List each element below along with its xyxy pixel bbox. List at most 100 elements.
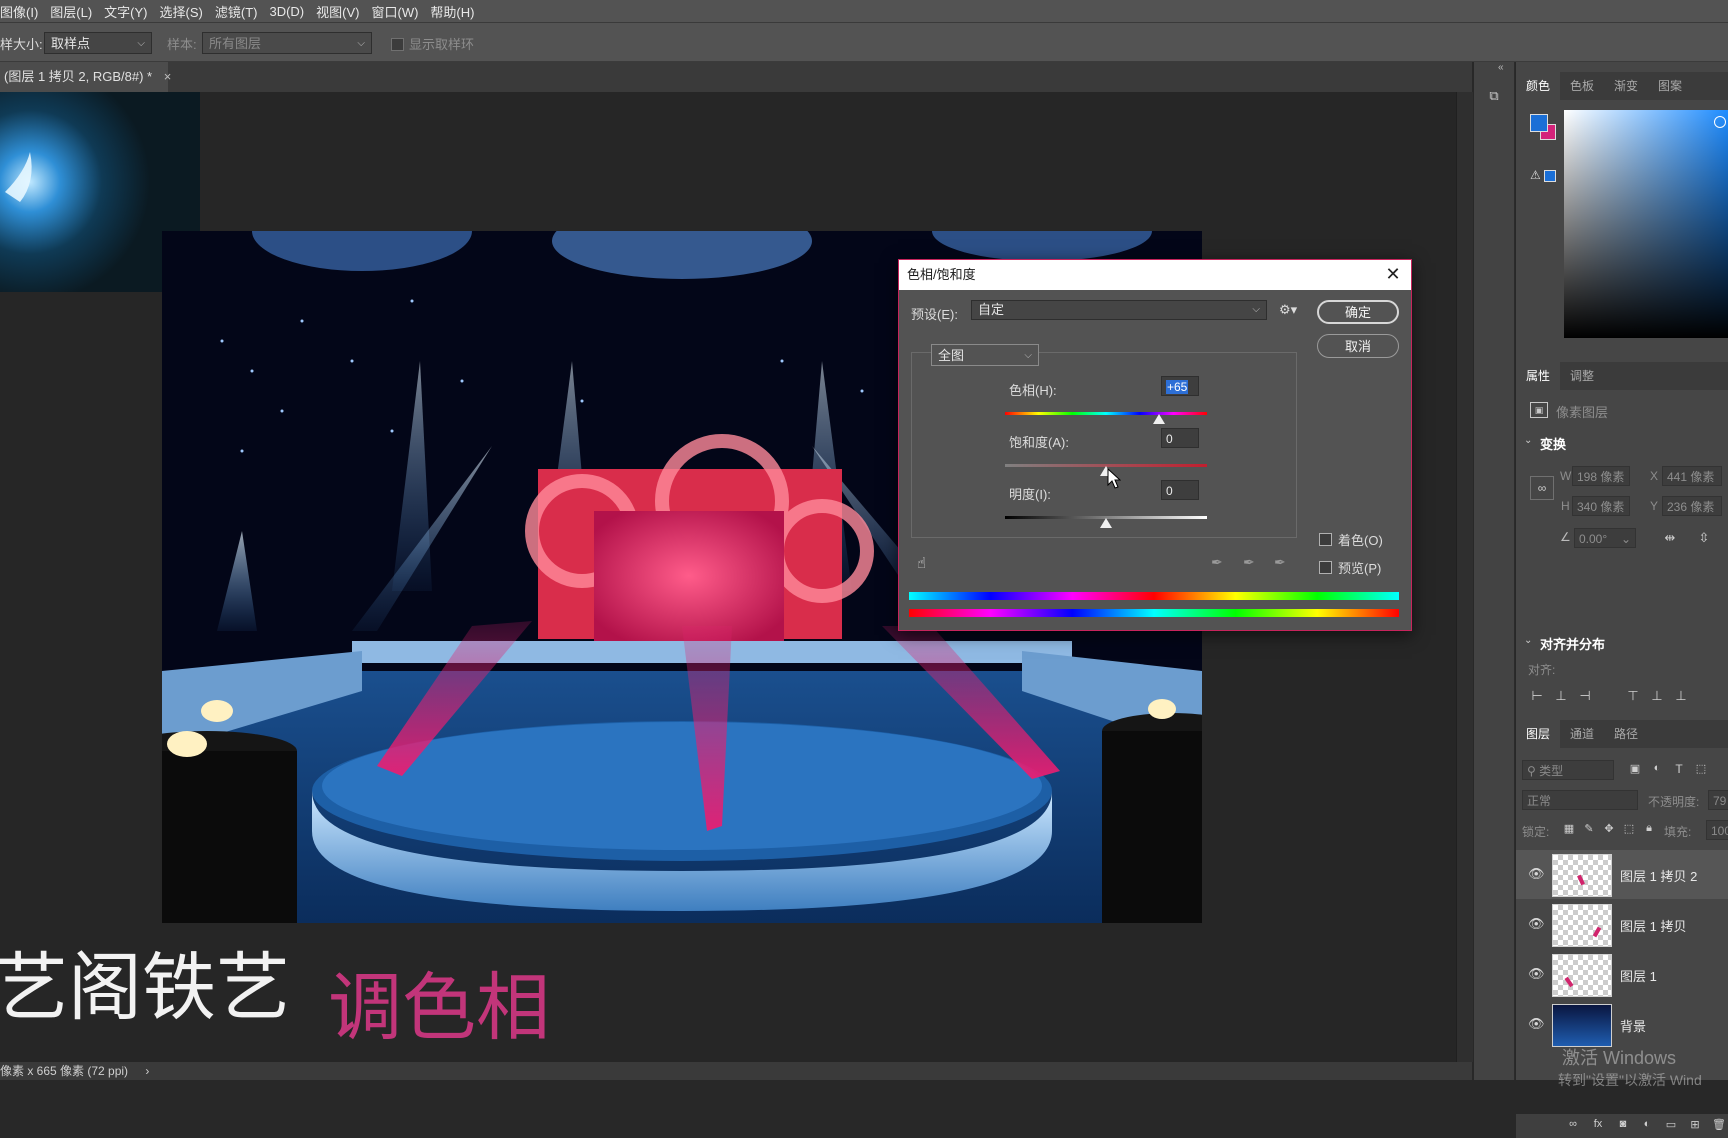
menu-filter[interactable]: 滤镜(T) (209, 2, 264, 21)
menu-type[interactable]: 文字(Y) (98, 2, 153, 21)
tab-patterns[interactable]: 图案 (1648, 72, 1692, 100)
cancel-button[interactable]: 取消 (1317, 334, 1399, 358)
close-icon[interactable]: ✕ (1383, 264, 1403, 284)
hue-slider-track[interactable] (1005, 412, 1207, 415)
colorize-checkbox[interactable] (1319, 533, 1332, 546)
y-field[interactable]: 236 像素 (1662, 496, 1722, 516)
eyedropper-icon[interactable]: ✒ (1211, 554, 1223, 571)
foreground-color-swatch[interactable] (1530, 114, 1548, 132)
lock-all-icon[interactable]: 🔒︎ (1642, 822, 1656, 835)
chevron-down-icon[interactable]: ⌄ (1524, 635, 1532, 646)
add-mask-icon[interactable]: ◙ (1616, 1118, 1630, 1130)
menu-3d[interactable]: 3D(D) (263, 4, 310, 19)
lightness-field[interactable]: 0 (1161, 480, 1199, 500)
layer-row[interactable]: 👁︎ 图层 1 拷贝 (1516, 900, 1728, 949)
document-tab[interactable]: (图层 1 拷贝 2, RGB/8#) * × (0, 62, 171, 92)
lock-paint-icon[interactable]: ✎ (1582, 822, 1596, 835)
sample-size-select[interactable]: 取样点 ⌵ (44, 32, 152, 54)
filter-shape-icon[interactable]: ⬚ (1694, 762, 1708, 775)
status-arrow-icon[interactable]: › (145, 1064, 149, 1078)
lock-move-icon[interactable]: ✥ (1602, 822, 1616, 835)
layer-row[interactable]: 👁︎ 图层 1 (1516, 950, 1728, 999)
close-tab-icon[interactable]: × (164, 69, 172, 84)
eyedropper-subtract-icon[interactable]: ✒ (1274, 554, 1286, 571)
flip-horizontal-icon[interactable]: ⇹ (1662, 530, 1678, 546)
blend-mode-select[interactable]: 正常 (1522, 790, 1638, 810)
dialog-title-bar[interactable]: 色相/饱和度 ✕ (899, 260, 1411, 290)
preset-options-gear-icon[interactable]: ⚙▾ (1279, 302, 1297, 318)
filter-type-icon[interactable]: T (1672, 762, 1686, 776)
angle-icon: ∠ (1560, 530, 1571, 544)
hue-value: +65 (1166, 380, 1189, 394)
lock-artboard-icon[interactable]: ⬚ (1622, 822, 1636, 835)
targeted-adjust-hand-icon[interactable]: ☝ (917, 554, 926, 572)
preview-checkbox[interactable] (1319, 561, 1332, 574)
menu-image[interactable]: 图像(I) (0, 2, 44, 21)
layer-filter-select[interactable]: ⚲ 类型 (1522, 760, 1614, 780)
visibility-eye-icon[interactable]: 👁︎ (1528, 966, 1545, 982)
lock-transparent-icon[interactable]: ▦ (1562, 822, 1576, 835)
new-group-icon[interactable]: ▭ (1664, 1118, 1678, 1131)
eyedropper-add-icon[interactable]: ✒ (1243, 554, 1255, 571)
filter-pixel-icon[interactable]: ▣ (1628, 762, 1642, 775)
tab-paths[interactable]: 路径 (1604, 720, 1648, 748)
color-picker-cursor[interactable] (1714, 116, 1726, 128)
align-center-h-icon[interactable]: ⊥ (1554, 688, 1568, 704)
layer-style-icon[interactable]: fx (1590, 1118, 1606, 1130)
fill-label: 填充: (1664, 825, 1692, 839)
menu-window[interactable]: 窗口(W) (365, 2, 424, 21)
tab-gradients[interactable]: 渐变 (1604, 72, 1648, 100)
canvas-scrollbar[interactable] (1456, 92, 1473, 1062)
tab-color[interactable]: 颜色 (1516, 72, 1561, 100)
menu-help[interactable]: 帮助(H) (424, 2, 480, 21)
filter-adjustment-icon[interactable]: ◐ (1650, 762, 1664, 774)
preset-select[interactable]: 自定 ⌵ (971, 300, 1267, 320)
menu-layer[interactable]: 图层(L) (44, 2, 98, 21)
x-field[interactable]: 441 像素 (1662, 466, 1722, 486)
new-layer-icon[interactable]: ⊞ (1688, 1118, 1702, 1131)
show-ring-checkbox[interactable] (391, 38, 404, 51)
visibility-eye-icon[interactable]: 👁︎ (1528, 866, 1545, 882)
tab-properties[interactable]: 属性 (1516, 362, 1561, 390)
visibility-eye-icon[interactable]: 👁︎ (1528, 1016, 1545, 1032)
opacity-field[interactable]: 79 (1708, 790, 1728, 810)
ok-button[interactable]: 确定 (1317, 300, 1399, 324)
lightness-slider-thumb[interactable] (1100, 518, 1112, 528)
menu-select[interactable]: 选择(S) (154, 2, 209, 21)
new-adjustment-icon[interactable]: ◐ (1640, 1118, 1654, 1130)
menu-view[interactable]: 视图(V) (310, 2, 365, 21)
link-layers-icon[interactable]: ∞ (1566, 1118, 1580, 1130)
height-field[interactable]: 340 像素 (1572, 496, 1630, 516)
align-left-icon[interactable]: ⊢ (1530, 688, 1544, 704)
color-picker-field[interactable] (1564, 110, 1728, 338)
flip-vertical-icon[interactable]: ⇳ (1696, 530, 1712, 546)
align-bottom-icon[interactable]: ⊥ (1674, 688, 1688, 704)
tab-adjustments[interactable]: 调整 (1560, 362, 1604, 390)
hue-field[interactable]: +65 (1161, 376, 1199, 396)
align-middle-v-icon[interactable]: ⊥ (1650, 688, 1664, 704)
tab-layers[interactable]: 图层 (1516, 720, 1561, 748)
visibility-eye-icon[interactable]: 👁︎ (1528, 916, 1545, 932)
fill-field[interactable]: 100 (1706, 820, 1728, 840)
tab-swatches[interactable]: 色板 (1560, 72, 1604, 100)
history-icon[interactable]: ⧉ (1484, 88, 1504, 104)
align-top-icon[interactable]: ⊤ (1626, 688, 1640, 704)
channel-select[interactable]: 全图 ⌵ (931, 344, 1039, 366)
width-field[interactable]: 198 像素 (1572, 466, 1630, 486)
web-color-swatch[interactable] (1544, 170, 1556, 182)
chevron-down-icon[interactable]: ⌄ (1524, 435, 1532, 446)
saturation-field[interactable]: 0 (1161, 428, 1199, 448)
layer-row[interactable]: 👁︎ 图层 1 拷贝 2 (1516, 850, 1728, 899)
collapse-panels-icon[interactable]: « (1498, 62, 1510, 73)
pixel-layer-icon: ▣ (1530, 402, 1548, 418)
sample-select[interactable]: 所有图层 ⌵ (202, 32, 372, 54)
hue-slider-thumb[interactable] (1152, 414, 1165, 424)
delete-layer-icon[interactable]: 🗑︎ (1712, 1118, 1726, 1131)
link-icon[interactable]: ∞ (1530, 476, 1554, 500)
angle-field[interactable]: 0.00° ⌄ (1574, 528, 1636, 548)
tab-channels[interactable]: 通道 (1560, 720, 1604, 748)
gamut-warning-icon[interactable]: ⚠ (1530, 168, 1541, 182)
layer-name: 图层 1 拷贝 (1620, 919, 1687, 934)
layer-row[interactable]: 👁︎ 背景 (1516, 1000, 1728, 1049)
align-right-icon[interactable]: ⊣ (1578, 688, 1592, 704)
